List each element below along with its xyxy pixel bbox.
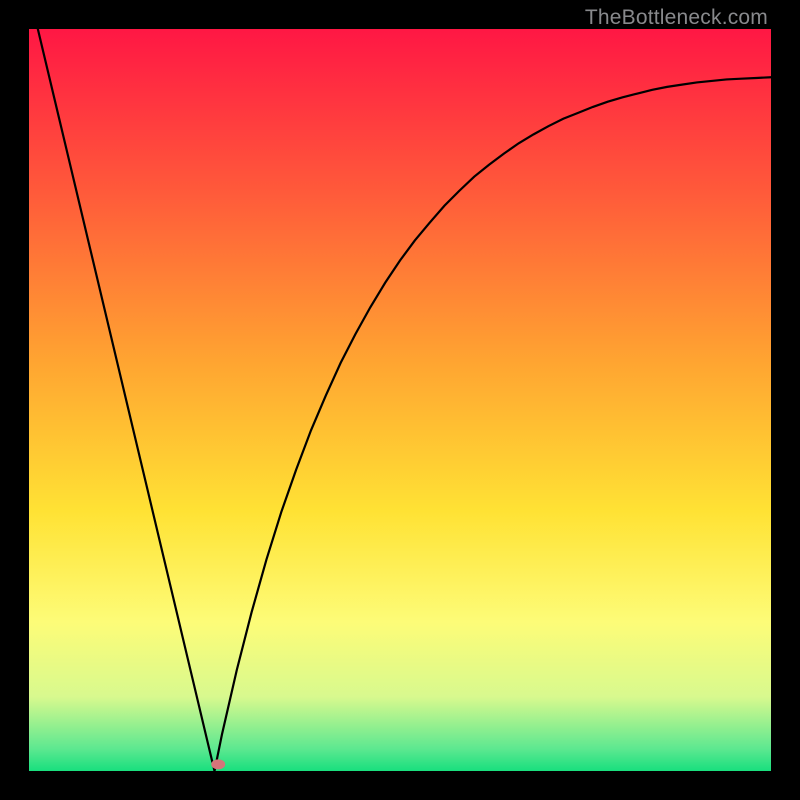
optimum-marker	[211, 759, 225, 769]
chart-background	[29, 29, 771, 771]
chart-plot-area	[29, 29, 771, 771]
chart-frame: TheBottleneck.com	[0, 0, 800, 800]
watermark-text: TheBottleneck.com	[585, 6, 768, 30]
chart-svg	[29, 29, 771, 771]
